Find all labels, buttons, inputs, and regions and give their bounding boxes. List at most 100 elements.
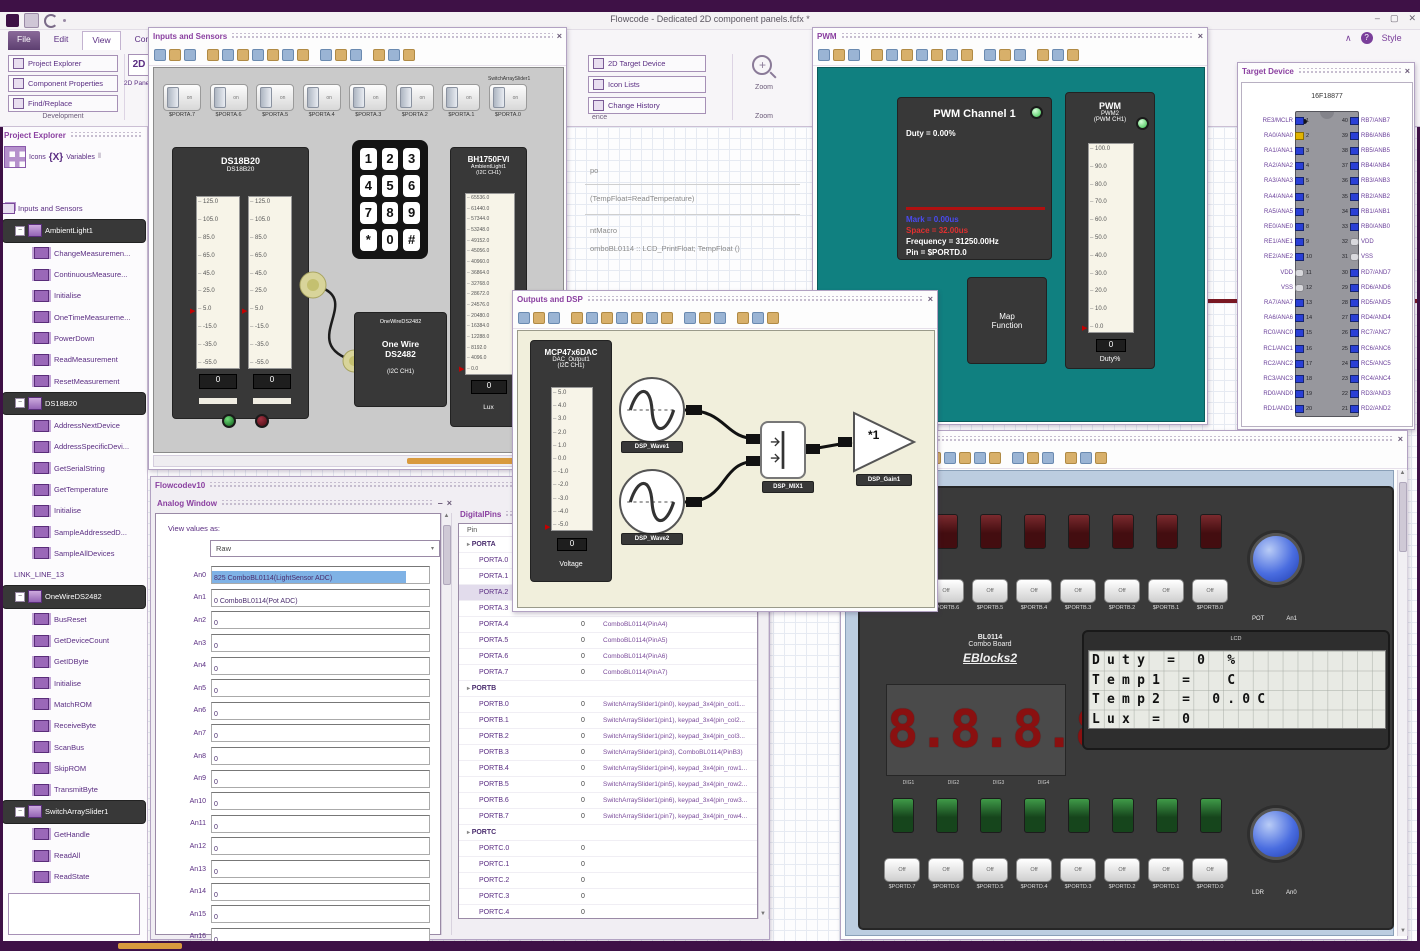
close-icon[interactable]: × — [1398, 435, 1403, 444]
digital-pin-row[interactable]: PORTB.7 0 SwitchArraySlider1(pin7), keyp… — [459, 809, 757, 825]
tree-item[interactable]: − SampleAddressedD... — [2, 521, 146, 542]
scrollbar-thumb[interactable] — [1399, 482, 1407, 552]
expander-icon[interactable]: − — [15, 806, 25, 817]
switch-body[interactable]: on — [395, 84, 434, 111]
switch-body[interactable]: on — [488, 84, 527, 111]
icons-view-icon[interactable] — [4, 146, 26, 168]
keypad-key[interactable]: 6 — [403, 175, 420, 197]
digital-pin-row[interactable]: PORTA.4 0 ComboBL0114(PinA4) — [459, 617, 757, 633]
chip-pin[interactable]: 31 VSS — [1336, 253, 1410, 262]
tree-item[interactable]: − ReadAll — [2, 845, 146, 866]
toolbar-icon[interactable] — [297, 49, 309, 61]
keypad-key[interactable]: 0 — [381, 229, 399, 251]
tree-item[interactable]: − ScanBus — [2, 736, 146, 757]
chip-pin[interactable]: 22 RD3/AND3 — [1336, 390, 1410, 399]
port-switch[interactable]: on $PORTA.1 — [442, 84, 481, 118]
chip-pin[interactable]: RA6/ANA6 14 — [1244, 314, 1318, 323]
digital-pin-row[interactable]: PORTC — [459, 825, 757, 841]
close-icon[interactable]: × — [447, 499, 452, 508]
digital-pin-row[interactable]: PORTB.5 0 SwitchArraySlider1(pin5), keyp… — [459, 777, 757, 793]
ldr-knob[interactable] — [1250, 808, 1302, 860]
keypad-key[interactable]: 5 — [381, 175, 399, 197]
chip-pin[interactable]: RC1/ANC1 16 — [1244, 344, 1318, 353]
digital-pin-row[interactable]: PORTC.3 0 — [459, 889, 757, 905]
switch-handle[interactable] — [260, 87, 273, 108]
scroll-up-icon[interactable]: ▲ — [1398, 470, 1407, 476]
chip-pin[interactable]: RA4/ANA4 6 — [1244, 192, 1318, 201]
keypad-key[interactable]: 2 — [381, 148, 399, 170]
switch-body[interactable]: on — [209, 84, 248, 111]
outputs-panel-header[interactable]: Outputs and DSP × — [513, 291, 937, 308]
toolbar-icon[interactable] — [999, 49, 1011, 61]
ribbon-collapse-icon[interactable]: ∧ — [1345, 33, 1352, 44]
inputs-panel-header[interactable]: Inputs and Sensors × — [149, 28, 566, 45]
port-button[interactable]: Off — [884, 858, 920, 882]
tree-item[interactable]: − GetHandle — [2, 824, 146, 845]
toolbar-icon[interactable] — [871, 49, 883, 61]
toolbar-icon[interactable] — [207, 49, 219, 61]
toolbar-icon[interactable] — [946, 49, 958, 61]
digital-pin-row[interactable]: PORTC.1 0 — [459, 857, 757, 873]
digital-pin-row[interactable]: PORTB — [459, 681, 757, 697]
digital-pin-row[interactable]: PORTB.4 0 SwitchArraySlider1(pin4), keyp… — [459, 761, 757, 777]
port-button[interactable]: Off — [1016, 858, 1052, 882]
view-mode-dropdown[interactable]: Raw ▾ — [210, 540, 440, 557]
toolbar-icon[interactable] — [1067, 49, 1079, 61]
toolbar-icon[interactable] — [1027, 452, 1039, 464]
port-switch[interactable]: on $PORTA.4 — [302, 84, 341, 118]
toolbar-icon[interactable] — [1065, 452, 1077, 464]
tree-item[interactable]: − AddressSpecificDevi... — [2, 436, 146, 457]
toolbar-icon[interactable] — [833, 49, 845, 61]
close-icon[interactable]: × — [1198, 32, 1203, 41]
dsp-wave1-node[interactable] — [619, 377, 685, 443]
chip-pin[interactable]: 26 RC7/ANC7 — [1336, 329, 1410, 338]
toolbar-icon[interactable] — [222, 49, 234, 61]
chip-pin[interactable]: 37 RB4/ANB4 — [1336, 162, 1410, 171]
toolbar-icon[interactable] — [533, 312, 545, 324]
toolbar-icon[interactable] — [320, 49, 332, 61]
port-switch[interactable]: on $PORTA.0 — [488, 84, 527, 118]
chip-pin[interactable]: RA7/ANA7 13 — [1244, 298, 1318, 307]
chip-pin[interactable]: RA3/ANA3 5 — [1244, 177, 1318, 186]
tree-item[interactable]: − Inputs and Sensors — [2, 198, 146, 219]
chip-pin[interactable]: 24 RC5/ANC5 — [1336, 359, 1410, 368]
toolbar-icon[interactable] — [154, 49, 166, 61]
ribbon-toggle[interactable]: Change History — [588, 97, 706, 114]
tree-item[interactable]: − AmbientLight1 — [2, 219, 146, 243]
pot-knob[interactable] — [1250, 533, 1302, 585]
digital-pin-row[interactable]: PORTA.7 0 ComboBL0114(PinA7) — [459, 665, 757, 681]
tree-item[interactable]: − AddressNextDevice — [2, 415, 146, 436]
analog-value-field[interactable]: 0 — [211, 701, 430, 720]
keypad-key[interactable]: 8 — [381, 202, 399, 224]
port-switch[interactable]: on $PORTA.6 — [209, 84, 248, 118]
tree-item[interactable]: − GetIDByte — [2, 651, 146, 672]
digital-pin-row[interactable]: PORTA.5 0 ComboBL0114(PinA5) — [459, 633, 757, 649]
chip-pin[interactable]: 33 RB0/ANB0 — [1336, 222, 1410, 231]
tree-item[interactable]: − SampleAllDevices — [2, 543, 146, 564]
port-button[interactable]: Off — [1060, 858, 1096, 882]
ds18b20-component[interactable]: DS18B20 DS18B20 125.0105.085.065.045.025… — [172, 147, 309, 419]
keypad-key[interactable]: 4 — [360, 175, 377, 197]
ribbon-toggle[interactable]: Icon Lists — [588, 76, 706, 93]
pwm-gauge-component[interactable]: PWM PWM2 (PWM CH1) 100.090.080.070.060.0… — [1065, 92, 1155, 369]
chip-pin[interactable]: 29 RD6/AND6 — [1336, 283, 1410, 292]
analog-window-header[interactable]: Analog Window – × — [153, 495, 456, 512]
tree-item[interactable]: − Initialise — [2, 673, 146, 694]
chip-pin[interactable]: RD0/AND0 19 — [1244, 390, 1318, 399]
toolbar-icon[interactable] — [350, 49, 362, 61]
switch-handle[interactable] — [492, 87, 505, 108]
ribbon-button[interactable]: Find/Replace — [8, 95, 118, 112]
toolbar-icon[interactable] — [737, 312, 749, 324]
switch-body[interactable]: on — [349, 84, 388, 111]
toolbar-icon[interactable] — [886, 49, 898, 61]
toolbar-icon[interactable] — [818, 49, 830, 61]
digital-pin-row[interactable]: PORTB.0 0 SwitchArraySlider1(pin0), keyp… — [459, 697, 757, 713]
variables-label[interactable]: Variables — [66, 154, 95, 161]
toolbar-icon[interactable] — [901, 49, 913, 61]
toolbar-icon[interactable] — [548, 312, 560, 324]
analog-value-field[interactable]: 0 — [211, 747, 430, 766]
pwm-channel-component[interactable]: PWM Channel 1 Duty = 0.00% Mark = 0.00us… — [897, 97, 1052, 260]
minimize-icon[interactable]: – — [438, 499, 443, 508]
chip-pin[interactable]: 23 RC4/ANC4 — [1336, 374, 1410, 383]
analog-value-field[interactable]: 0 — [211, 724, 430, 743]
